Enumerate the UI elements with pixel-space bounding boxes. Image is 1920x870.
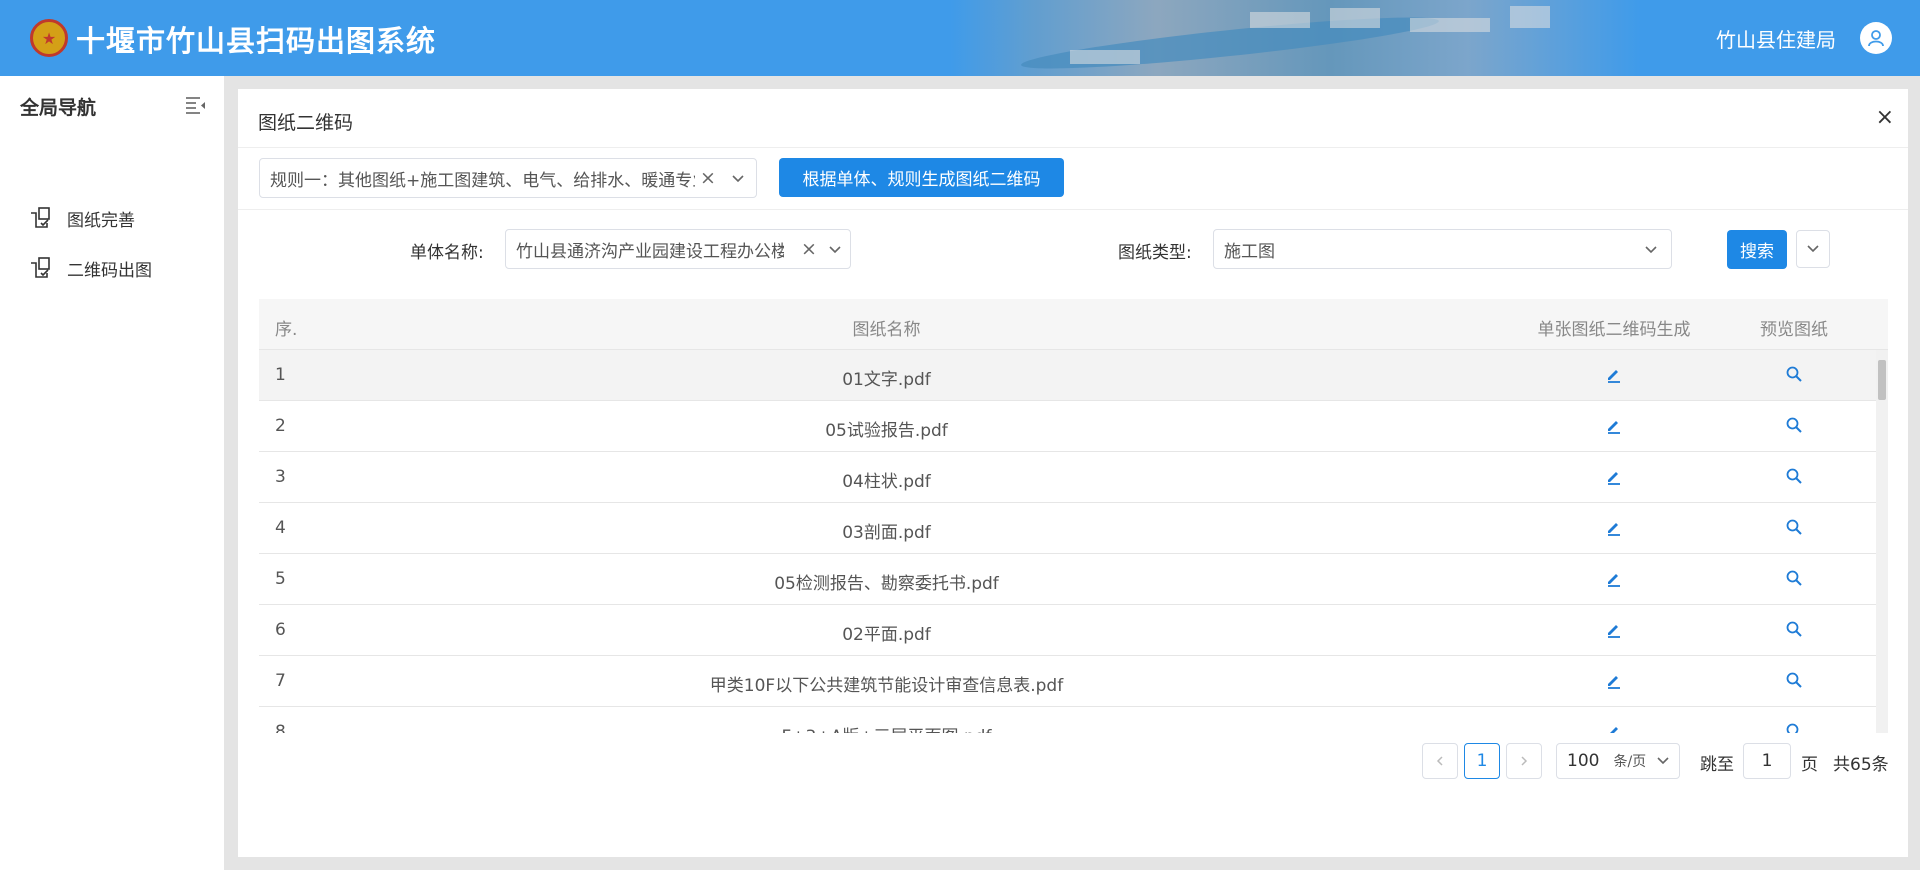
table-row[interactable]: 8F+3+A版+三层平面图.pdf <box>259 707 1888 733</box>
column-header-generate: 单张图纸二维码生成 <box>1537 320 1691 340</box>
search-icon[interactable] <box>1785 722 1803 733</box>
edit-icon[interactable] <box>1605 365 1623 383</box>
edit-icon[interactable] <box>1605 722 1623 733</box>
page-button-current[interactable]: 1 <box>1464 743 1500 779</box>
drawings-table: 序. 图纸名称 单张图纸二维码生成 预览图纸 1 01文字.pdf 2 05试验报告.… <box>259 299 1888 733</box>
emblem-icon: ★ <box>30 19 68 57</box>
table-header: 序. 图纸名称 单张图纸二维码生成 预览图纸 <box>259 299 1888 350</box>
edit-icon[interactable] <box>1605 620 1623 638</box>
jump-label: 跳至 <box>1700 755 1734 775</box>
table-row[interactable]: 4 03剖面.pdf <box>259 503 1888 554</box>
page-suffix: 页 <box>1801 755 1818 775</box>
table-row[interactable]: 6 02平面.pdf <box>259 605 1888 656</box>
column-header-name: 图纸名称 <box>852 320 921 340</box>
sidebar: 全局导航 图纸完善 二维码出图 <box>0 76 224 870</box>
prev-page-button[interactable] <box>1422 743 1458 779</box>
header-city-banner <box>950 0 1640 76</box>
drawing-name: F+3+A版+三层平面图.pdf <box>259 722 1514 733</box>
table-body: 1 01文字.pdf 2 05试验报告.pdf 3 04柱状.pdf 4 03剖面.pdf 5 0… <box>259 350 1888 733</box>
edit-icon[interactable] <box>1605 518 1623 536</box>
page-size-select[interactable]: 100 条/页 <box>1556 743 1680 779</box>
edit-icon[interactable] <box>1605 671 1623 689</box>
sidebar-item-qrcode-output[interactable]: 二维码出图 <box>0 248 224 288</box>
user-name[interactable]: 竹山县住建局 <box>1716 24 1836 53</box>
sidebar-item-label: 图纸完善 <box>67 210 135 231</box>
chevron-down-icon <box>1807 245 1819 253</box>
unit-label: 单体名称: <box>410 243 484 263</box>
sidebar-item-label: 二维码出图 <box>67 260 152 281</box>
chevron-down-icon <box>1657 757 1669 765</box>
table-row[interactable]: 1 01文字.pdf <box>259 350 1888 401</box>
sidebar-item-drawing-improve[interactable]: 图纸完善 <box>0 198 224 238</box>
type-label: 图纸类型: <box>1118 243 1192 263</box>
panel-title: 图纸二维码 <box>258 112 354 134</box>
drawing-name: 04柱状.pdf <box>842 472 931 492</box>
chevron-right-icon <box>1521 756 1528 766</box>
user-icon[interactable] <box>1860 22 1892 54</box>
app-title: 十堰市竹山县扫码出图系统 <box>76 24 437 58</box>
search-icon[interactable] <box>1785 569 1803 587</box>
type-select[interactable]: 施工图 <box>1213 229 1672 269</box>
generate-qrcode-button[interactable]: 根据单体、规则生成图纸二维码 <box>779 158 1064 197</box>
search-button[interactable]: 搜索 <box>1727 230 1787 269</box>
divider <box>238 147 1908 148</box>
chevron-down-icon[interactable] <box>828 243 842 257</box>
drawing-name: 甲类10F以下公共建筑节能设计审查信息表.pdf <box>709 676 1064 696</box>
sidebar-title: 全局导航 <box>20 97 97 119</box>
table-row[interactable]: 2 05试验报告.pdf <box>259 401 1888 452</box>
edit-icon[interactable] <box>1605 416 1623 434</box>
table-row[interactable]: 3 04柱状.pdf <box>259 452 1888 503</box>
edit-icon[interactable] <box>1605 467 1623 485</box>
menu-collapse-icon[interactable] <box>186 96 206 114</box>
scrollbar-thumb[interactable] <box>1878 360 1886 400</box>
qrcode-panel: 图纸二维码 × 规则一：其他图纸+施工图建筑、电气、给排水、暖通专业 × 根据单… <box>238 89 1908 857</box>
search-icon[interactable] <box>1785 467 1803 485</box>
table-row[interactable]: 7 甲类10F以下公共建筑节能设计审查信息表.pdf <box>259 656 1888 707</box>
drawing-name: 03剖面.pdf <box>842 523 931 543</box>
search-icon[interactable] <box>1785 416 1803 434</box>
total-count: 共65条 <box>1833 755 1889 775</box>
drawing-name: 05试验报告.pdf <box>825 421 948 441</box>
rule-select-value: 规则一：其他图纸+施工图建筑、电气、给排水、暖通专业 <box>270 170 695 191</box>
page-size-value: 100 <box>1567 751 1600 771</box>
doc-check-icon <box>31 207 50 228</box>
jump-page-input[interactable]: 1 <box>1743 743 1791 779</box>
page-size-unit: 条/页 <box>1613 754 1647 770</box>
search-icon[interactable] <box>1785 518 1803 536</box>
unit-select[interactable]: 竹山县通济沟产业园建设工程办公楼 × <box>505 229 851 269</box>
edit-icon[interactable] <box>1605 569 1623 587</box>
next-page-button[interactable] <box>1506 743 1542 779</box>
clear-icon[interactable]: × <box>801 238 817 260</box>
column-header-preview: 预览图纸 <box>1760 320 1828 340</box>
divider <box>238 209 1908 210</box>
table-scrollbar[interactable] <box>1876 350 1888 733</box>
doc-check-icon <box>31 257 50 278</box>
top-header: ★ 十堰市竹山县扫码出图系统 竹山县住建局 <box>0 0 1920 76</box>
chevron-down-icon[interactable] <box>1644 243 1658 257</box>
search-icon[interactable] <box>1785 620 1803 638</box>
expand-filters-button[interactable] <box>1796 230 1830 268</box>
drawing-name: 05检测报告、勘察委托书.pdf <box>774 574 999 594</box>
search-icon[interactable] <box>1785 365 1803 383</box>
drawing-name: 01文字.pdf <box>842 370 931 390</box>
search-icon[interactable] <box>1785 671 1803 689</box>
type-select-value: 施工图 <box>1224 241 1275 262</box>
close-icon[interactable]: × <box>1876 105 1894 130</box>
chevron-left-icon <box>1436 756 1443 766</box>
rule-select[interactable]: 规则一：其他图纸+施工图建筑、电气、给排水、暖通专业 × <box>259 158 757 198</box>
drawing-name: 02平面.pdf <box>842 625 931 645</box>
table-row[interactable]: 5 05检测报告、勘察委托书.pdf <box>259 554 1888 605</box>
chevron-down-icon[interactable] <box>731 172 745 186</box>
clear-icon[interactable]: × <box>700 167 716 189</box>
unit-select-value: 竹山县通济沟产业园建设工程办公楼 <box>516 241 784 262</box>
